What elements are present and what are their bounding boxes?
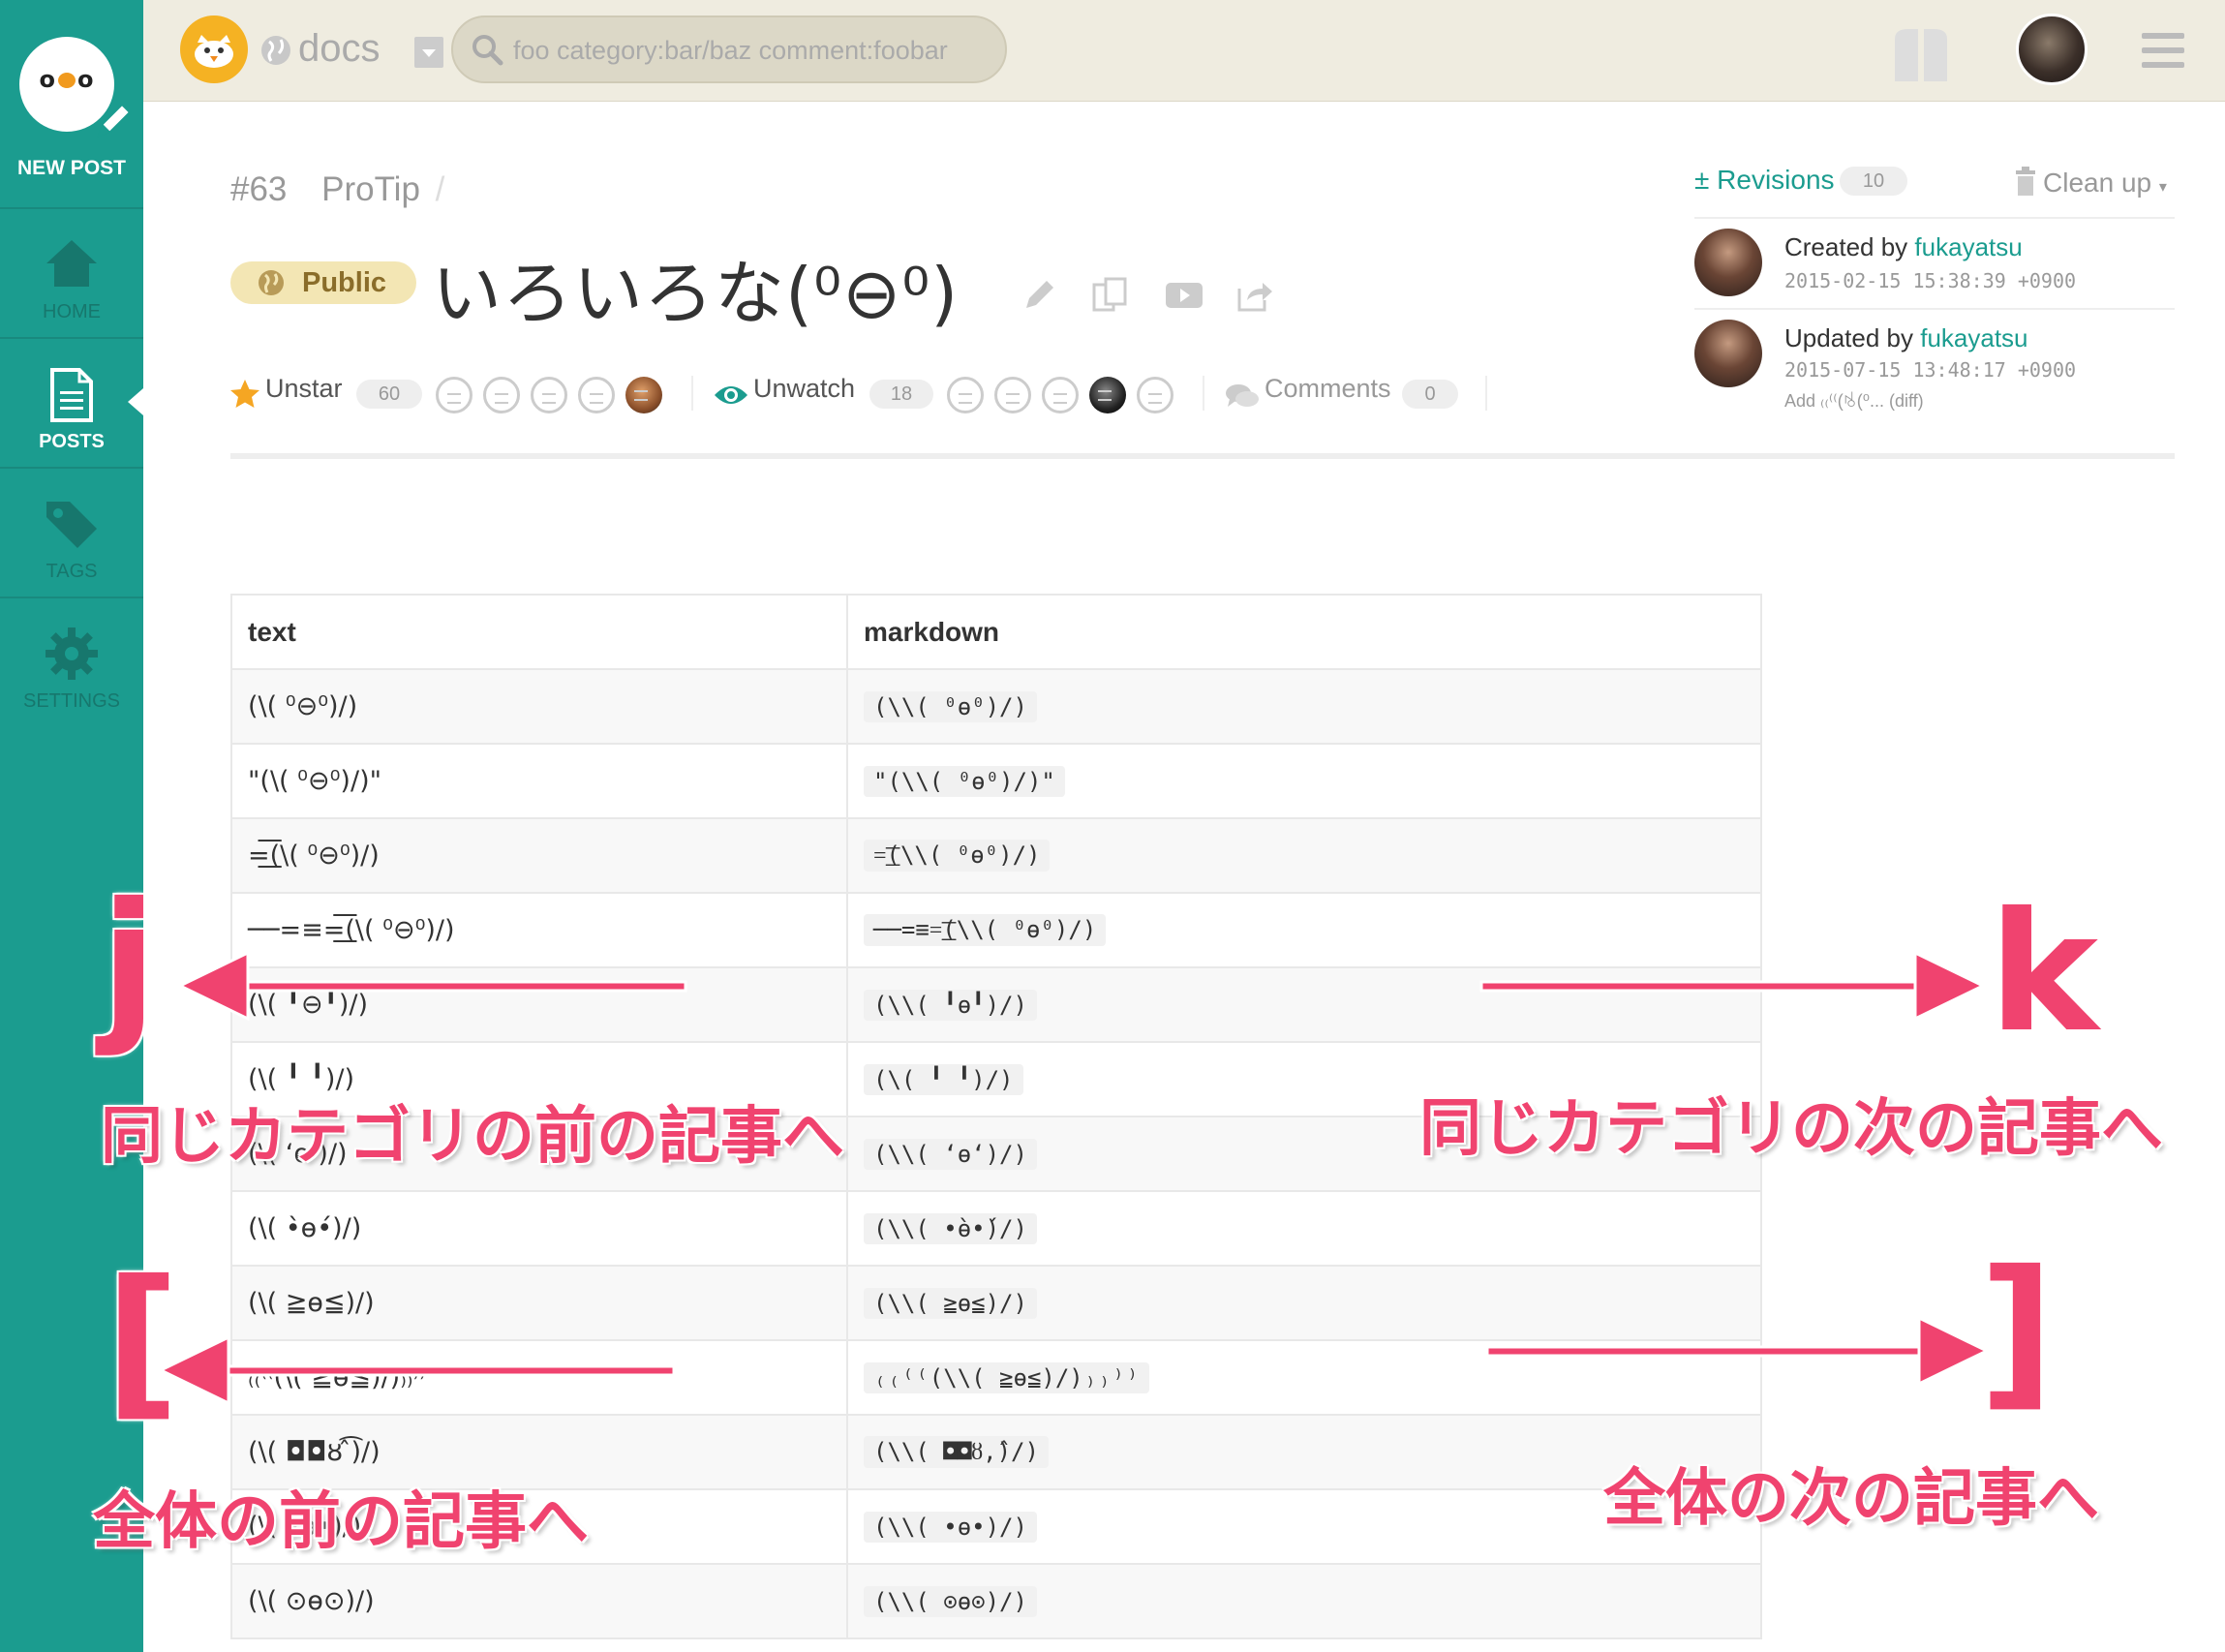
annotation-arrows bbox=[157, 950, 1991, 1406]
arrow-right-bracket bbox=[1485, 1315, 1991, 1387]
annotation-key-j: j bbox=[101, 868, 158, 1059]
annotation-next-all: 全体の次の記事へ bbox=[1603, 1463, 2099, 1535]
arrow-left-bracket bbox=[157, 1334, 676, 1406]
annotation-key-k: k bbox=[1989, 877, 2099, 1069]
annotation-next-in-category: 同じカテゴリの次の記事へ bbox=[1419, 1093, 2163, 1165]
annotation-key-next-all: ] bbox=[1979, 1236, 2055, 1427]
annotation-key-prev-all: [ bbox=[105, 1245, 180, 1437]
annotation-prev-in-category: 同じカテゴリの前の記事へ bbox=[101, 1101, 844, 1173]
annotation-prev-all: 全体の前の記事へ bbox=[93, 1486, 589, 1558]
arrow-left-j bbox=[176, 950, 687, 1022]
arrow-right-k bbox=[1479, 950, 1987, 1022]
